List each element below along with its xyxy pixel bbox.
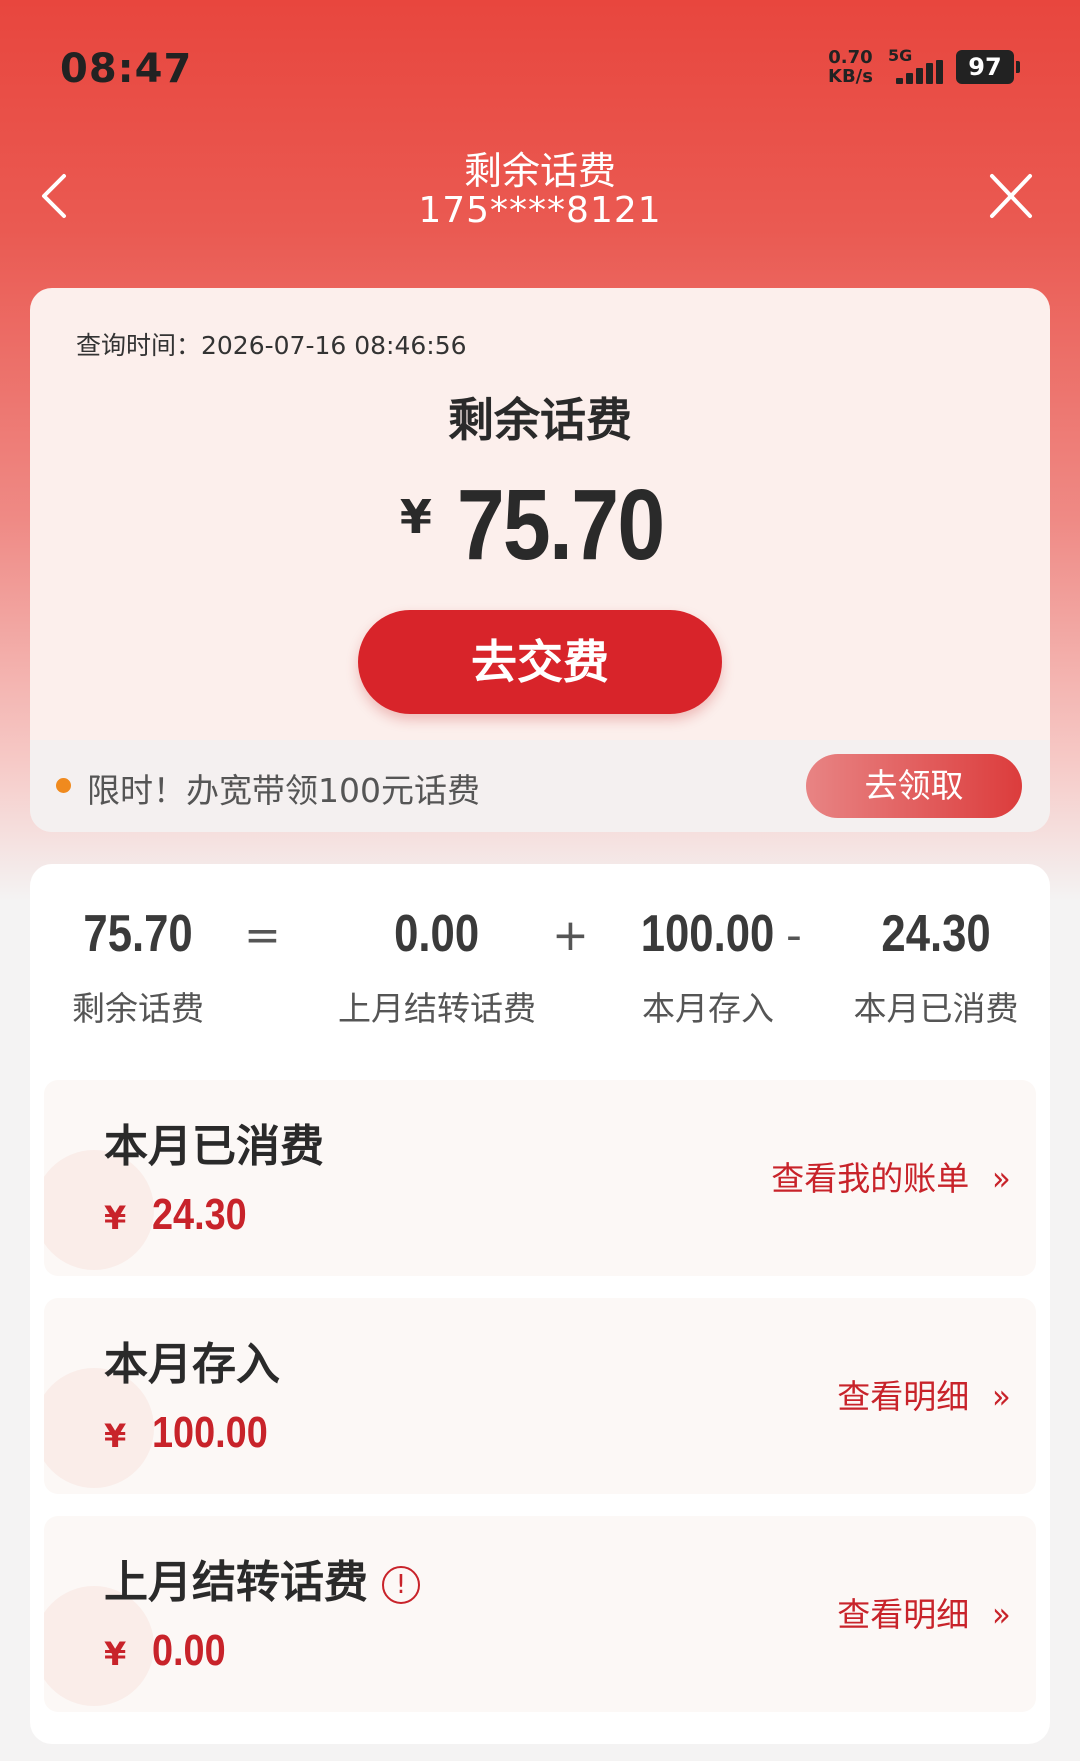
pay-button[interactable]: 去交费	[358, 610, 722, 714]
link-label: 查看明细	[837, 1595, 970, 1634]
double-chevron-right-icon: »	[992, 1595, 1011, 1635]
status-bar: 08:47 0.70 KB/s 5G 97	[0, 0, 1080, 130]
balance-value: 75.70	[456, 469, 665, 581]
last-month-carryover-row[interactable]: 上月结转话费! ¥0.00 查看明细 »	[44, 1516, 1036, 1712]
currency-symbol: ¥	[104, 1635, 127, 1673]
equation-value: 100.00	[641, 905, 775, 963]
equation-label: 本月存入	[642, 989, 774, 1028]
equation-item: 24.30 本月已消费	[826, 904, 1046, 1030]
phone-number: 175****8121	[418, 190, 662, 231]
currency-symbol: ¥	[104, 1199, 127, 1237]
promo-text: 限时！办宽带领100元话费	[87, 771, 480, 810]
item-amount-value: 0.00	[152, 1626, 226, 1675]
equation-item: 75.70 剩余话费	[48, 904, 228, 1030]
equation-label: 剩余话费	[72, 989, 204, 1028]
link-label: 查看我的账单	[771, 1159, 970, 1198]
link-label: 查看明细	[837, 1377, 970, 1416]
equation-label: 本月已消费	[853, 989, 1019, 1028]
item-amount-value: 24.30	[152, 1190, 247, 1239]
item-amount: ¥100.00	[104, 1408, 287, 1458]
summary-card: 75.70 剩余话费 = 0.00 上月结转话费 + 100.00 本月存入 -…	[30, 864, 1050, 1744]
item-amount: ¥24.30	[104, 1190, 262, 1240]
equation-item: 0.00 上月结转话费	[292, 904, 582, 1030]
claim-button[interactable]: 去领取	[806, 754, 1022, 818]
currency-symbol: ¥	[399, 490, 432, 544]
double-chevron-right-icon: »	[992, 1159, 1011, 1199]
item-amount: ¥0.00	[104, 1626, 238, 1676]
battery-icon: 97	[956, 50, 1020, 84]
promo-dot	[56, 778, 71, 793]
consumed-this-month-row[interactable]: 本月已消费 ¥24.30 查看我的账单 »	[44, 1080, 1036, 1276]
equation-item: 100.00 本月存入	[598, 904, 818, 1030]
view-bill-link[interactable]: 查看我的账单 »	[771, 1152, 1012, 1200]
item-amount-value: 100.00	[152, 1408, 269, 1457]
view-details-link[interactable]: 查看明细 »	[837, 1588, 1012, 1636]
equation-value: 24.30	[881, 905, 991, 963]
item-title: 本月已消费	[104, 1121, 324, 1172]
network-speed-unit: KB/s	[828, 66, 873, 87]
currency-symbol: ¥	[104, 1417, 127, 1455]
balance-amount: ¥75.70	[30, 468, 1050, 583]
promo-bar: 限时！办宽带领100元话费 去领取	[30, 740, 1050, 832]
equation-value: 75.70	[83, 905, 193, 963]
status-time: 08:47	[60, 46, 193, 92]
page-title: 剩余话费	[463, 149, 616, 193]
info-icon[interactable]: !	[382, 1566, 420, 1604]
signal-icon	[896, 60, 946, 84]
network-speed: 0.70 KB/s	[828, 48, 873, 86]
view-details-link[interactable]: 查看明细 »	[837, 1370, 1012, 1418]
balance-card: ¥ 查询时间：2026-07-16 08:46:56 剩余话费 ¥75.70 去…	[30, 288, 1050, 832]
balance-title: 剩余话费	[448, 393, 632, 447]
equals-operator: =	[244, 910, 281, 961]
minus-operator: -	[786, 910, 802, 961]
equation-label: 上月结转话费	[338, 989, 536, 1028]
query-time: 查询时间：2026-07-16 08:46:56	[76, 331, 467, 360]
item-title-text: 上月结转话费	[104, 1557, 368, 1608]
double-chevron-right-icon: »	[992, 1377, 1011, 1417]
plus-operator: +	[552, 910, 589, 961]
equation-value: 0.00	[394, 905, 480, 963]
close-icon	[990, 174, 1032, 218]
item-title: 上月结转话费!	[104, 1546, 420, 1610]
deposit-this-month-row[interactable]: 本月存入 ¥100.00 查看明细 »	[44, 1298, 1036, 1494]
close-button[interactable]	[986, 168, 1036, 224]
item-title: 本月存入	[104, 1339, 280, 1390]
network-speed-value: 0.70	[828, 47, 873, 68]
